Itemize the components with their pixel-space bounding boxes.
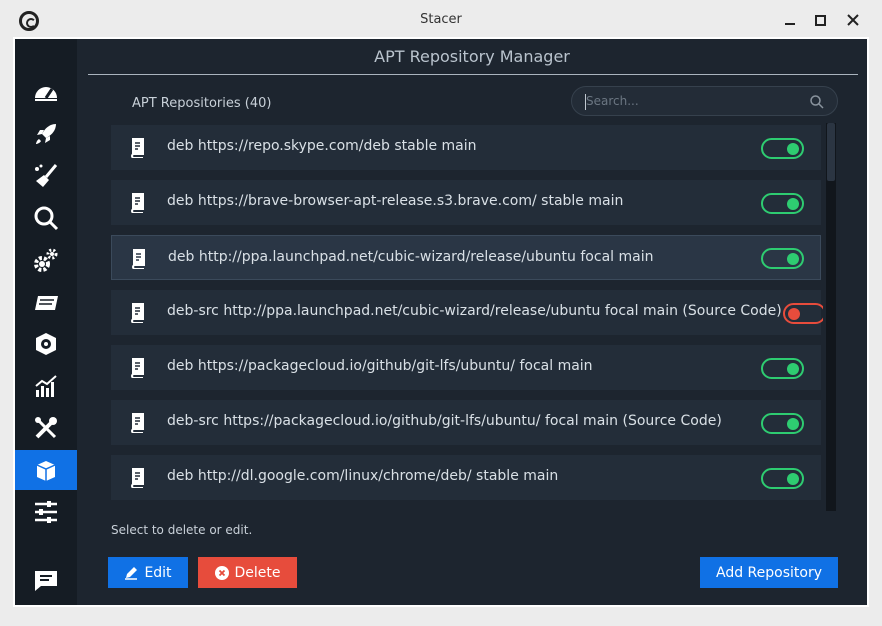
delete-button[interactable]: Delete	[198, 557, 297, 588]
sidebar-item-settings[interactable]	[15, 492, 77, 532]
add-repository-button[interactable]: Add Repository	[700, 557, 838, 588]
repository-icon	[131, 138, 144, 158]
gears-icon	[34, 248, 58, 272]
repository-row[interactable]: deb-src http://ppa.launchpad.net/cubic-w…	[111, 290, 823, 335]
repository-toggle[interactable]	[761, 413, 804, 434]
main-panel: APT Repository Manager APT Repositories …	[77, 39, 867, 605]
close-circle-icon	[214, 565, 229, 580]
repository-toggle[interactable]	[761, 248, 804, 269]
settings-sliders-icon	[35, 501, 57, 523]
repository-icon	[131, 358, 144, 378]
repository-source: deb https://brave-browser-apt-release.s3…	[167, 193, 624, 209]
sidebar-item-search[interactable]	[15, 198, 77, 238]
repository-row[interactable]: deb https://repo.skype.com/deb stable ma…	[111, 125, 821, 170]
search-icon	[810, 95, 824, 109]
selection-hint: Select to delete or edit.	[111, 523, 253, 537]
repository-source: deb-src http://ppa.launchpad.net/cubic-w…	[167, 303, 782, 319]
repository-source: deb http://dl.google.com/linux/chrome/de…	[167, 468, 559, 484]
sidebar-item-statistics[interactable]	[15, 366, 77, 406]
sidebar-item-cleaner[interactable]	[15, 156, 77, 196]
uninstaller-icon	[35, 296, 58, 310]
broom-icon	[35, 164, 58, 187]
sidebar	[15, 39, 77, 605]
repository-toggle[interactable]	[761, 138, 804, 159]
repository-source: deb http://ppa.launchpad.net/cubic-wizar…	[168, 249, 654, 265]
sidebar-item-feedback[interactable]	[15, 561, 77, 601]
sidebar-item-apt-repositories[interactable]	[15, 450, 77, 490]
repositories-count: APT Repositories (40)	[132, 96, 272, 111]
chart-icon	[35, 375, 57, 397]
sidebar-item-helpers[interactable]	[15, 408, 77, 448]
app-frame: APT Repository Manager APT Repositories …	[13, 37, 869, 607]
sidebar-item-resources[interactable]	[15, 324, 77, 364]
add-repository-button-label: Add Repository	[716, 564, 822, 581]
feedback-icon	[35, 571, 57, 591]
window-title: Stacer	[420, 12, 462, 27]
title-divider	[88, 74, 858, 75]
repository-source: deb https://packagecloud.io/github/git-l…	[167, 358, 593, 374]
search-placeholder: Search...	[586, 94, 639, 108]
pencil-icon	[125, 566, 138, 580]
repository-row[interactable]: deb-src https://packagecloud.io/github/g…	[111, 400, 821, 445]
rocket-icon	[36, 124, 56, 144]
repository-icon	[132, 249, 145, 269]
sidebar-item-services[interactable]	[15, 240, 77, 280]
sidebar-item-uninstaller[interactable]	[15, 282, 77, 322]
repository-icon	[131, 193, 144, 213]
disk-icon	[36, 333, 56, 355]
repository-row[interactable]: deb https://brave-browser-apt-release.s3…	[111, 180, 821, 225]
edit-button-label: Edit	[144, 564, 172, 581]
maximize-icon[interactable]	[810, 10, 830, 30]
repository-icon	[131, 413, 144, 433]
sidebar-item-startup[interactable]	[15, 114, 77, 154]
search-field[interactable]: Search...	[571, 86, 838, 116]
app-window: Stacer APT Repository Manager APT Reposi…	[0, 0, 882, 626]
list-scrollbar[interactable]	[826, 123, 836, 511]
repository-source: deb https://repo.skype.com/deb stable ma…	[167, 138, 477, 154]
tools-icon	[35, 417, 57, 439]
repository-icon	[131, 303, 144, 323]
repository-toggle[interactable]	[761, 358, 804, 379]
edit-button[interactable]: Edit	[108, 557, 188, 588]
repository-toggle[interactable]	[761, 468, 804, 489]
title-bar: Stacer	[0, 0, 882, 38]
dashboard-icon	[35, 87, 57, 101]
minimize-icon[interactable]	[780, 10, 800, 30]
close-icon[interactable]	[843, 10, 863, 30]
search-icon	[34, 206, 59, 231]
repository-toggle[interactable]	[783, 303, 823, 324]
repository-list: deb https://repo.skype.com/deb stable ma…	[111, 125, 823, 509]
delete-button-label: Delete	[234, 564, 281, 581]
page-title: APT Repository Manager	[374, 47, 570, 66]
repository-source: deb-src https://packagecloud.io/github/g…	[167, 413, 722, 429]
repository-icon	[131, 468, 144, 488]
scrollbar-thumb[interactable]	[827, 123, 835, 181]
repository-row[interactable]: deb http://dl.google.com/linux/chrome/de…	[111, 455, 821, 500]
repository-row[interactable]: deb https://packagecloud.io/github/git-l…	[111, 345, 821, 390]
package-icon	[36, 461, 56, 481]
sidebar-item-dashboard[interactable]	[15, 72, 77, 112]
repository-row-selected[interactable]: deb http://ppa.launchpad.net/cubic-wizar…	[111, 235, 821, 280]
repository-toggle[interactable]	[761, 193, 804, 214]
